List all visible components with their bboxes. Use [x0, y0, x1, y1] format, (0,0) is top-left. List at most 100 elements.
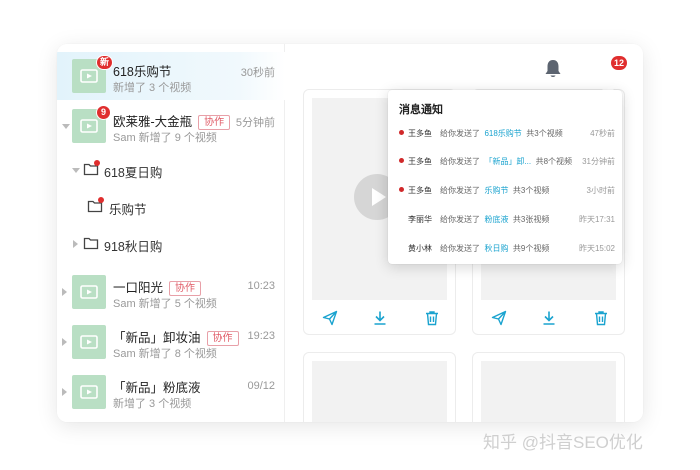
new-badge: 新	[96, 55, 114, 70]
expand-arrow-icon[interactable]	[62, 124, 70, 129]
notification-message: 给你发送了 618乐购节 共3个视频	[440, 128, 563, 139]
project-subtitle: 新增了 3 个视频	[113, 82, 192, 94]
folder-icon	[83, 237, 99, 250]
trash-icon[interactable]	[424, 310, 440, 326]
video-icon	[80, 69, 98, 83]
notification-sender: 李丽华	[408, 215, 432, 224]
notification-target[interactable]: 「新品」卸...	[484, 157, 531, 166]
project-subtitle: Sam 新增了 5 个视频	[113, 298, 217, 310]
folder-label: 乐购节	[109, 203, 147, 217]
project-thumbnail	[72, 275, 106, 309]
expand-arrow-icon[interactable]	[73, 240, 78, 248]
notification-target[interactable]: 618乐购节	[484, 129, 521, 138]
send-icon[interactable]	[491, 310, 507, 326]
project-time: 09/12	[247, 380, 275, 392]
notification-row[interactable]: 王多鱼 给你发送了 「新品」卸... 共8个视频 31分钟前	[388, 147, 622, 175]
collab-tag: 协作	[206, 331, 239, 346]
project-title: 欧莱雅-大金瓶 协作	[113, 111, 231, 130]
notification-row[interactable]: 王多鱼 给你发送了 乐购节 共3个视频 3小时前	[388, 176, 622, 204]
send-icon[interactable]	[322, 310, 338, 326]
video-card[interactable]	[303, 352, 456, 422]
notification-action: 给你发送了	[440, 157, 480, 166]
notification-sender: 黄小林	[408, 244, 432, 253]
project-time: 10:23	[247, 280, 275, 292]
folder-item-618-summer[interactable]: 618夏日购	[57, 152, 285, 188]
notification-sender: 王多鱼	[408, 129, 432, 138]
notification-row[interactable]: 王多鱼 给你发送了 618乐购节 共3个视频 47秒前	[388, 119, 622, 147]
notification-count: 共3个视频	[512, 186, 550, 195]
expand-arrow-icon[interactable]	[62, 288, 67, 296]
notification-count-badge: 12	[611, 56, 628, 70]
project-time: 19:23	[247, 330, 275, 342]
notification-target[interactable]: 乐购节	[484, 186, 508, 195]
video-card[interactable]	[472, 352, 625, 422]
folder-label: 618夏日购	[104, 166, 163, 180]
download-icon[interactable]	[541, 310, 557, 326]
project-title-text: 一口阳光	[113, 281, 164, 295]
project-item-foundation[interactable]: 「新品」粉底液 新增了 3 个视频 09/12	[57, 368, 285, 416]
notification-message: 给你发送了 「新品」卸... 共8个视频	[440, 156, 572, 167]
folder-label: 918秋日购	[104, 240, 163, 254]
notification-target[interactable]: 秋日购	[484, 244, 508, 253]
notification-action: 给你发送了	[440, 129, 480, 138]
notification-sender: 王多鱼	[408, 157, 432, 166]
project-thumbnail	[72, 375, 106, 409]
notification-sender: 王多鱼	[408, 186, 432, 195]
watermark: 知乎 @抖音SEO优化	[483, 433, 643, 452]
bell-icon[interactable]	[543, 58, 563, 80]
notification-count: 共8个视频	[535, 157, 573, 166]
unread-dot	[399, 158, 404, 163]
collab-tag: 协作	[198, 115, 231, 130]
notification-message: 给你发送了 乐购节 共3个视频	[440, 185, 549, 196]
notification-row[interactable]: 黄小林 给你发送了 秋日购 共9个视频 昨天15:02	[388, 234, 622, 262]
notification-count: 共9个视频	[512, 244, 550, 253]
video-icon	[80, 285, 98, 299]
project-title: 一口阳光 协作	[113, 277, 202, 296]
video-thumbnail[interactable]	[312, 361, 447, 422]
project-title-text: 欧莱雅-大金瓶	[113, 115, 193, 129]
video-icon	[80, 335, 98, 349]
card-actions	[304, 302, 455, 334]
notification-row[interactable]: 李丽华 给你发送了 粉底液 共3张视频 昨天17:31	[388, 205, 622, 233]
video-thumbnail[interactable]	[481, 361, 616, 422]
project-item-618[interactable]: 新 618乐购节 新增了 3 个视频 30秒前	[57, 52, 285, 100]
project-thumbnail	[72, 325, 106, 359]
notification-target[interactable]: 粉底液	[484, 215, 508, 224]
popup-title: 消息通知	[399, 104, 443, 116]
project-title: 618乐购节	[113, 65, 172, 79]
project-time: 30秒前	[240, 67, 275, 79]
project-subtitle: 新增了 3 个视频	[113, 398, 192, 410]
video-icon	[80, 385, 98, 399]
notification-action: 给你发送了	[440, 186, 480, 195]
card-actions	[473, 302, 624, 334]
trash-icon[interactable]	[593, 310, 609, 326]
unread-dot	[94, 160, 100, 166]
notification-action: 给你发送了	[440, 244, 480, 253]
project-title: 「新品」粉底液	[113, 381, 201, 395]
project-title: 「新品」卸妆油 协作	[113, 327, 239, 346]
expand-arrow-icon[interactable]	[72, 168, 80, 173]
notification-message: 给你发送了 粉底液 共3张视频	[440, 214, 549, 225]
project-item-sunshine[interactable]: 一口阳光 协作 Sam 新增了 5 个视频 10:23	[57, 268, 285, 316]
expand-arrow-icon[interactable]	[62, 338, 67, 346]
project-title-text: 「新品」卸妆油	[113, 331, 201, 345]
notification-time: 3小时前	[586, 186, 615, 195]
expand-arrow-icon[interactable]	[62, 388, 67, 396]
project-sidebar: 新 618乐购节 新增了 3 个视频 30秒前 9 欧莱雅-大金瓶 协作 Sam …	[57, 44, 285, 422]
notification-time: 昨天17:31	[578, 215, 615, 224]
video-icon	[80, 119, 98, 133]
project-item-loreal[interactable]: 9 欧莱雅-大金瓶 协作 Sam 新增了 9 个视频 5分钟前	[57, 102, 285, 150]
notification-message: 给你发送了 秋日购 共9个视频	[440, 243, 549, 254]
folder-item-legou[interactable]: 乐购节	[57, 189, 285, 225]
folder-item-918-autumn[interactable]: 918秋日购	[57, 226, 285, 262]
notification-time: 昨天15:02	[578, 244, 615, 253]
notification-popup: 消息通知 王多鱼 给你发送了 618乐购节 共3个视频 47秒前 王多鱼 给你发…	[388, 90, 622, 264]
download-icon[interactable]	[372, 310, 388, 326]
unread-dot	[399, 187, 404, 192]
project-subtitle: Sam 新增了 8 个视频	[113, 348, 217, 360]
unread-dot	[399, 130, 404, 135]
project-subtitle: Sam 新增了 9 个视频	[113, 132, 217, 144]
notification-time: 31分钟前	[582, 157, 615, 166]
project-item-cleansing-oil[interactable]: 「新品」卸妆油 协作 Sam 新增了 8 个视频 19:23	[57, 318, 285, 366]
notification-count: 共3个视频	[526, 129, 563, 138]
